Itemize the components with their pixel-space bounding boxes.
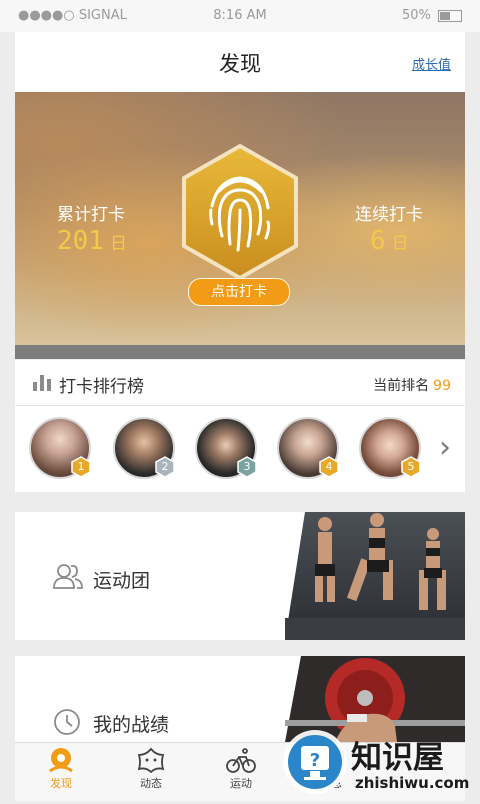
current-rank-value: 99 xyxy=(433,378,451,394)
total-checkin-label: 累计打卡 xyxy=(57,205,125,225)
checkin-button[interactable]: 点击打卡 xyxy=(188,278,290,306)
hero-divider xyxy=(15,345,465,359)
growth-value-link[interactable]: 成长值 xyxy=(412,54,451,73)
status-bar: ●●●●○ SIGNAL 8:16 AM 50% xyxy=(0,0,480,32)
tab-label: 运动 xyxy=(230,777,252,790)
total-checkin-value: 201 日 xyxy=(57,226,127,256)
battery-indicator: 50% xyxy=(402,8,462,23)
fingerprint-icon xyxy=(182,143,298,281)
svg-text:?: ? xyxy=(310,750,320,771)
tab-discover[interactable]: 发现 xyxy=(31,747,91,791)
nav-bar: 发现 成长值 xyxy=(15,32,465,92)
rank-number: 1 xyxy=(77,460,85,473)
watermark-brand: 知识屋 xyxy=(351,740,444,776)
bar-chart-icon xyxy=(33,375,51,391)
watermark-domain: zhishiwu.com xyxy=(355,774,470,792)
battery-level: 50% xyxy=(401,8,431,23)
rank-number: 2 xyxy=(161,460,169,473)
rank-badge: 3 xyxy=(237,456,257,478)
streak-checkin-value: 6日 xyxy=(370,226,409,256)
current-rank-label: 当前排名 xyxy=(373,378,430,394)
tab-sports[interactable]: 运动 xyxy=(211,747,271,791)
bike-icon xyxy=(226,748,256,773)
chevron-right-icon[interactable]: › xyxy=(439,430,451,465)
streak-checkin-unit: 日 xyxy=(391,234,409,254)
tab-label: 动态 xyxy=(140,777,162,790)
tab-label: 发现 xyxy=(50,777,72,790)
current-rank: 当前排名 99 xyxy=(373,375,451,395)
leaderboard-avatars: 1 2 3 4 5 › xyxy=(15,406,465,492)
rank-number: 4 xyxy=(325,460,333,473)
total-checkin-unit: 日 xyxy=(109,234,127,254)
workout-photo xyxy=(285,512,465,640)
leaderboard-header: 打卡排行榜 当前排名 99 xyxy=(15,360,465,406)
rank-badge: 5 xyxy=(401,456,421,478)
card-label: 我的战绩 xyxy=(93,714,170,736)
battery-icon xyxy=(438,9,462,22)
rank-badge: 1 xyxy=(71,456,91,478)
fingerprint-checkin-button[interactable] xyxy=(178,142,302,282)
watermark: ? 知识屋 zhishiwu.com xyxy=(283,722,478,800)
group-icon xyxy=(53,564,83,589)
rank-badge: 4 xyxy=(319,456,339,478)
rank-number: 3 xyxy=(243,460,251,473)
sports-group-card[interactable]: 运动团 xyxy=(15,512,465,640)
rank-badge: 2 xyxy=(155,456,175,478)
card-label: 运动团 xyxy=(93,570,151,592)
total-checkin-number: 201 xyxy=(57,226,104,256)
leaderboard-title: 打卡排行榜 xyxy=(59,377,144,397)
page-title: 发现 xyxy=(219,52,261,76)
discover-icon xyxy=(49,748,73,773)
streak-checkin-label: 连续打卡 xyxy=(355,205,423,225)
feed-icon xyxy=(137,747,165,773)
clock-icon xyxy=(54,709,80,735)
rank-number: 5 xyxy=(407,460,415,473)
streak-checkin-number: 6 xyxy=(370,226,386,256)
tab-feed[interactable]: 动态 xyxy=(121,747,181,791)
